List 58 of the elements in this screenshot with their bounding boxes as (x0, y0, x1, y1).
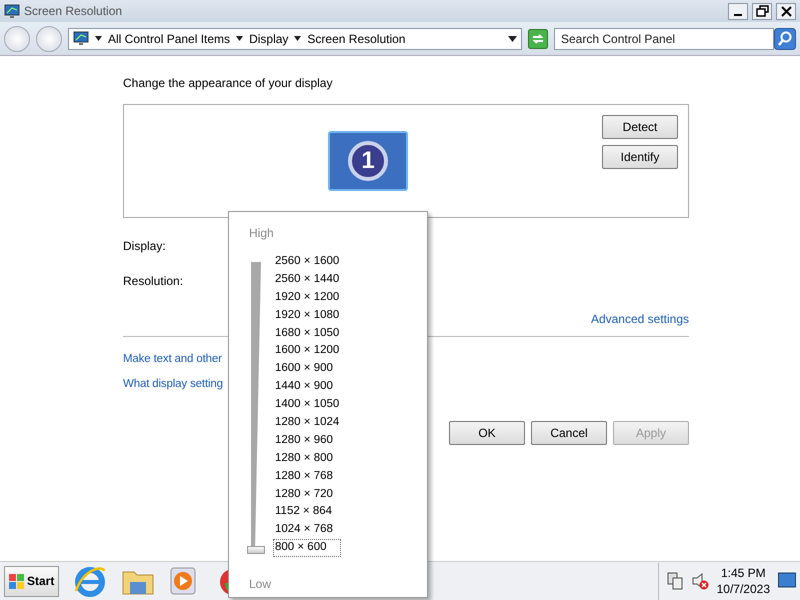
advanced-settings-link[interactable]: Advanced settings (590, 310, 689, 328)
breadcrumb-item[interactable]: Display (249, 30, 288, 48)
caret-icon (294, 36, 302, 41)
search-icon[interactable] (774, 28, 796, 50)
minimize-button[interactable] (728, 2, 748, 20)
breadcrumb-item[interactable]: All Control Panel Items (108, 30, 230, 48)
address-bar[interactable]: All Control Panel Items Display Screen Resolution (68, 28, 522, 50)
slider-thumb[interactable] (247, 546, 265, 554)
volume-muted-icon[interactable] (690, 572, 709, 590)
resolution-option[interactable]: 1440 × 900 (273, 378, 342, 396)
restore-button[interactable] (752, 2, 772, 20)
resolution-option[interactable]: 1400 × 1050 (273, 396, 342, 414)
resolution-option[interactable]: 1280 × 960 (273, 432, 342, 450)
caret-icon (236, 36, 244, 41)
display-icon (4, 4, 20, 18)
resolution-option[interactable]: 1280 × 1024 (273, 414, 342, 432)
refresh-icon[interactable] (528, 28, 548, 48)
dropdown-arrow-icon[interactable] (508, 36, 517, 42)
resolution-option[interactable]: 1152 × 864 (273, 503, 342, 522)
monitor-number: 1 (348, 141, 388, 181)
start-button[interactable]: Start (4, 566, 60, 596)
slider-high-label: High (249, 225, 275, 242)
resolution-option[interactable]: 1920 × 1200 (273, 288, 342, 307)
field-label: Display: (123, 238, 166, 255)
slider-low-label: Low (249, 576, 272, 594)
dialog-button[interactable]: Cancel (531, 420, 607, 444)
browser-icon[interactable] (73, 565, 108, 597)
search-field[interactable]: Search Control Panel (554, 28, 774, 50)
selected-resolution-option[interactable]: 800 × 600 (273, 539, 342, 558)
clock-date[interactable]: 10/7/2023 (716, 581, 770, 598)
windows-logo-icon (9, 574, 25, 588)
resolution-option[interactable]: 1600 × 1200 (273, 342, 342, 360)
dialog-button[interactable]: OK (449, 420, 525, 444)
section-heading: Change the appearance of your display (123, 75, 334, 92)
resolution-option[interactable]: 1600 × 900 (273, 360, 342, 378)
breadcrumb-item[interactable]: Screen Resolution (307, 30, 406, 48)
resolution-option[interactable]: 1024 × 768 (273, 521, 342, 540)
field-label: Resolution: (123, 273, 184, 290)
resolution-option[interactable]: 2560 × 1600 (273, 253, 342, 271)
monitor-thumbnail[interactable]: 1 (328, 131, 408, 191)
panel-button[interactable]: Identify (602, 145, 678, 169)
resolution-option[interactable]: 1920 × 1080 (273, 306, 342, 325)
clock-time[interactable]: 1:45 PM (716, 564, 770, 581)
minimize-icon (734, 14, 742, 16)
network-icon[interactable] (666, 572, 683, 590)
resolution-option[interactable]: 1680 × 1050 (273, 324, 342, 342)
window-title: Screen Resolution (24, 3, 122, 20)
help-link[interactable]: What display setting (123, 376, 223, 394)
caret-icon (95, 36, 102, 41)
resolution-option[interactable]: 1280 × 800 (273, 450, 342, 468)
close-button[interactable] (776, 2, 796, 20)
resolution-option[interactable]: 1280 × 720 (273, 486, 342, 504)
panel-button[interactable]: Detect (602, 115, 678, 139)
resolution-option[interactable]: 2560 × 1440 (273, 270, 342, 289)
display-icon (73, 31, 89, 46)
media-player-icon[interactable] (169, 566, 198, 596)
resolution-option[interactable]: 1280 × 768 (273, 468, 342, 486)
help-link[interactable]: Make text and other (123, 351, 222, 368)
